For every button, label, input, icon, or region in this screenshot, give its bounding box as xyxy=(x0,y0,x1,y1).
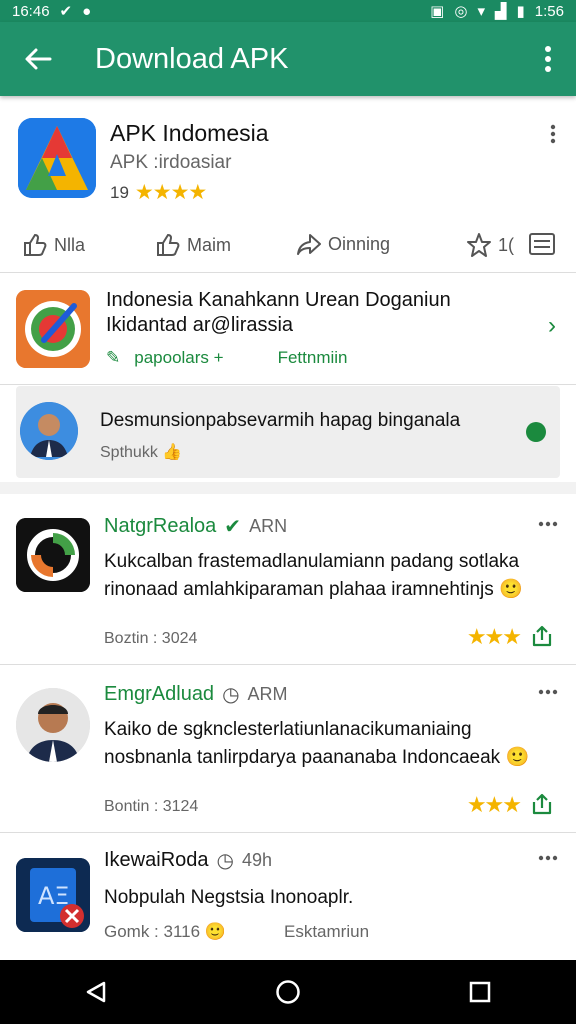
review-date: Gomk : 3116 🙂 xyxy=(104,922,226,941)
list-icon xyxy=(529,233,555,255)
review-author[interactable]: IkewaiRoda ◷ 49h xyxy=(104,848,272,873)
thumbs-up-emoji-icon: 👍 xyxy=(162,444,183,461)
rating-count: 19 xyxy=(110,182,129,202)
details-button[interactable] xyxy=(528,232,556,256)
review-item: ΑΞ IkewaiRoda ◷ 49h Nobpulah Negstsia In… xyxy=(0,834,576,960)
verified-icon: ✔ xyxy=(224,516,242,538)
divider xyxy=(0,832,576,833)
status-bar: 16:46 ✔ ● ▣ ◎ ▾ ▟ ▮ 1:56 xyxy=(0,0,576,22)
section-separator xyxy=(0,482,576,494)
app-actions: Nlla Maim Oinning 1( xyxy=(0,222,576,268)
alarm-icon: ◎ xyxy=(454,3,468,20)
pencil-icon: ✎ xyxy=(106,348,121,367)
review-author[interactable]: EmgrAdluad ◷ ARM xyxy=(104,682,288,707)
thumb-up-icon xyxy=(157,233,180,256)
review-author[interactable]: NatgrRealoa ✔ ARN xyxy=(104,514,287,539)
share-icon[interactable] xyxy=(530,792,554,816)
message-icon: ● xyxy=(82,2,92,20)
main-button[interactable]: Maim xyxy=(155,232,231,258)
promo-card[interactable]: Indonesia Kanahkann Urean Doganiun Ikida… xyxy=(0,272,576,384)
review-date: Bontin : 3124 xyxy=(104,798,199,815)
smile-emoji-icon: 🙂 xyxy=(505,747,530,768)
share-arrow-icon xyxy=(297,234,321,255)
battery-icon: ▮ xyxy=(516,3,525,20)
wifi-icon: ▾ xyxy=(477,3,485,20)
app-name: APK Indomesia xyxy=(110,120,269,146)
status-time-right: 1:56 xyxy=(534,2,564,20)
more-vert-icon xyxy=(545,46,551,72)
chevron-right-icon[interactable]: › xyxy=(548,312,556,340)
nav-back-button[interactable] xyxy=(66,962,126,1022)
smile-emoji-icon: 🙂 xyxy=(204,922,226,941)
review-app-avatar xyxy=(16,518,90,592)
promo-meta: ✎ papoolars + Fettnmiin xyxy=(106,348,348,368)
promo-app-icon xyxy=(16,290,90,368)
review-date: Boztin : 3024 xyxy=(104,630,198,647)
avatar xyxy=(20,402,78,460)
review-app-avatar: ΑΞ xyxy=(16,858,90,932)
like-button[interactable]: Nlla xyxy=(22,232,85,258)
more-horiz-icon xyxy=(538,855,558,861)
app-rating: 19 ★★★★ xyxy=(110,180,207,205)
review-item: EmgrAdluad ◷ ARM Kaiko de sgknclesterlat… xyxy=(0,666,576,832)
signal-icon: ▟ xyxy=(494,3,507,20)
clock-icon: ◷ xyxy=(222,684,240,706)
nav-recents-button[interactable] xyxy=(450,962,510,1022)
promo-title: Indonesia Kanahkann Urean Doganiun Ikida… xyxy=(106,289,451,336)
notice-text: Desmunsionpabsevarmih hapag binganala xyxy=(100,410,461,431)
chat-icon[interactable] xyxy=(526,422,546,442)
review-more-button[interactable] xyxy=(536,846,560,870)
app-more-button[interactable] xyxy=(541,122,565,146)
share-icon[interactable] xyxy=(530,624,554,648)
square-recents-icon xyxy=(469,981,491,1003)
promo-meta-right: Fettnmiin xyxy=(277,348,348,367)
overflow-menu-button[interactable] xyxy=(520,22,576,96)
divider xyxy=(0,384,576,385)
svg-text:ΑΞ: ΑΞ xyxy=(38,882,70,910)
notification-icon: ✔ xyxy=(59,3,73,20)
thumb-up-icon xyxy=(24,233,47,256)
rating-stars: ★★★★ xyxy=(134,181,207,204)
review-body: Kaiko de sgknclesterlatiunlanacikumaniai… xyxy=(104,719,530,768)
promo-meta-left: papoolars + xyxy=(134,348,224,367)
avatar xyxy=(16,688,90,762)
triangle-back-icon xyxy=(86,981,106,1003)
more-horiz-icon xyxy=(538,689,558,695)
arrow-left-icon xyxy=(25,48,52,70)
app-logo[interactable] xyxy=(18,118,96,198)
nfc-icon: ▣ xyxy=(430,3,445,20)
review-extra: Esktamriun xyxy=(284,922,370,941)
review-more-button[interactable] xyxy=(536,680,560,704)
clock-icon: ◷ xyxy=(216,850,234,872)
favorite-button[interactable]: 1( xyxy=(466,232,514,258)
star-outline-icon xyxy=(467,233,491,257)
review-stars: ★★★ xyxy=(466,624,522,649)
content-scroll[interactable]: APK Indomesia APK :irdoasiar 19 ★★★★ Nll… xyxy=(0,96,576,960)
review-stars: ★★★ xyxy=(466,792,522,817)
more-horiz-icon xyxy=(538,521,558,527)
app-subtitle: APK :irdoasiar xyxy=(110,152,232,173)
more-vert-icon xyxy=(550,124,556,144)
smile-emoji-icon: 🙂 xyxy=(499,579,523,600)
nav-home-button[interactable] xyxy=(258,962,318,1022)
app-header: APK Indomesia APK :irdoasiar 19 ★★★★ Nll… xyxy=(0,96,576,272)
circle-home-icon xyxy=(276,980,300,1004)
review-body: Nobpulah Negstsia Inonoaplr. xyxy=(104,887,354,908)
back-button[interactable] xyxy=(0,22,76,96)
page-title: Download APK xyxy=(95,42,289,75)
notice-card[interactable]: Desmunsionpabsevarmih hapag binganala Sp… xyxy=(16,386,560,478)
app-bar: Download APK xyxy=(0,22,576,96)
share-button[interactable]: Oinning xyxy=(296,232,390,256)
divider xyxy=(0,664,576,665)
review-more-button[interactable] xyxy=(536,512,560,536)
system-nav-bar xyxy=(0,960,576,1024)
notice-sub: Spthukk 👍 xyxy=(100,444,183,461)
status-time-left: 16:46 xyxy=(12,2,50,20)
review-item: NatgrRealoa ✔ ARN Kukcalban frastemadlan… xyxy=(0,496,576,664)
review-body: Kukcalban frastemadlanulamiann padang so… xyxy=(104,551,523,600)
